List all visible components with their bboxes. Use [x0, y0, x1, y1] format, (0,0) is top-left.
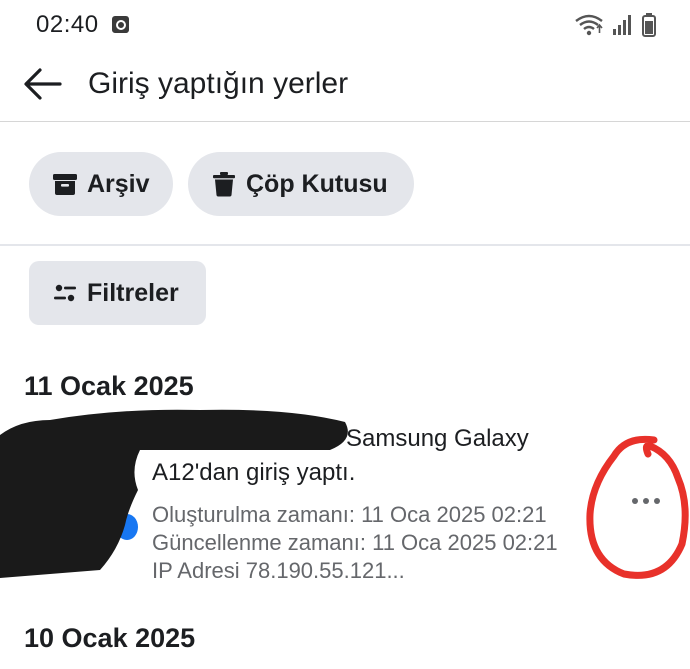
entry-title-line1[interactable]: Samsung Galaxy [346, 425, 529, 453]
filter-label: Filtreler [87, 278, 179, 307]
entry-title-line2[interactable]: A12'dan giriş yaptı. [152, 459, 355, 487]
wifi-icon [575, 14, 603, 36]
trash-label: Çöp Kutusu [246, 169, 388, 198]
entry-updated: Güncellenme zamanı: 11 Oca 2025 02:21 [152, 530, 558, 555]
back-arrow-icon [24, 68, 62, 100]
archive-button[interactable]: Arşiv [29, 152, 173, 216]
status-bar: 02:40 [0, 0, 690, 50]
archive-icon [53, 174, 77, 195]
section-divider [0, 244, 690, 246]
filter-icon [54, 284, 76, 302]
filter-button[interactable]: Filtreler [29, 261, 206, 325]
red-annotation-circle [586, 435, 689, 579]
archive-label: Arşiv [87, 169, 150, 198]
status-time: 02:40 [36, 11, 99, 38]
notification-app-icon [112, 16, 129, 33]
signal-icon [613, 15, 631, 35]
date-heading: 10 Ocak 2025 [24, 623, 196, 653]
trash-icon [213, 172, 235, 197]
back-button[interactable] [22, 63, 64, 105]
trash-button[interactable]: Çöp Kutusu [188, 152, 414, 216]
battery-icon [642, 13, 656, 37]
entry-created: Oluşturulma zamanı: 11 Oca 2025 02:21 [152, 502, 547, 527]
page-header: Giriş yaptığın yerler [0, 50, 690, 122]
date-heading: 11 Ocak 2025 [24, 371, 194, 401]
status-icons [574, 13, 656, 37]
entry-ip: IP Adresi 78.190.55.121... [152, 558, 405, 583]
page-title: Giriş yaptığın yerler [88, 67, 349, 100]
